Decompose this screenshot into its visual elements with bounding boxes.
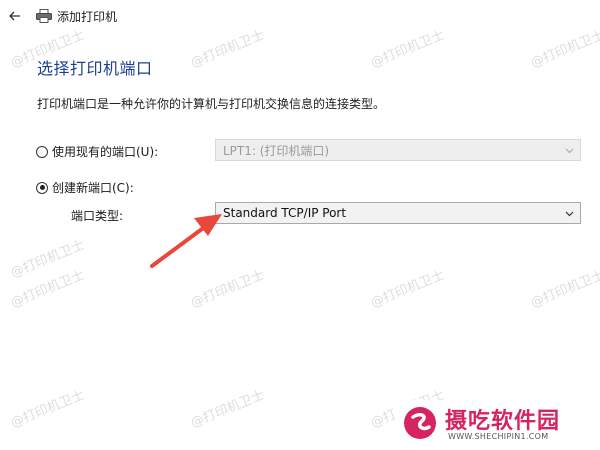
- window-title: 添加打印机: [57, 10, 118, 24]
- page-description: 打印机端口是一种允许你的计算机与打印机交换信息的连接类型。: [37, 97, 386, 111]
- use-existing-port-radio[interactable]: [36, 145, 48, 158]
- watermark-text: @打印机卫士: [528, 267, 600, 311]
- title-bar: 添加打印机: [0, 0, 600, 34]
- create-new-port-option[interactable]: 创建新端口(C):: [36, 179, 134, 196]
- use-existing-port-option[interactable]: 使用现有的端口(U):: [36, 143, 158, 160]
- port-type-label: 端口类型:: [71, 209, 124, 223]
- watermark-text: @打印机卫士: [368, 267, 447, 311]
- page-heading: 选择打印机端口: [37, 59, 153, 78]
- back-button[interactable]: [4, 5, 26, 27]
- brand-logo-icon: [404, 407, 436, 439]
- watermark-text: @打印机卫士: [188, 387, 267, 431]
- printer-icon: [36, 9, 52, 23]
- brand-url: WWW.SHECHIPIN1.COM: [448, 432, 549, 441]
- create-new-port-label: 创建新端口(C):: [52, 181, 134, 195]
- brand-name: 摄吃软件园: [445, 409, 561, 434]
- port-type-value: Standard TCP/IP Port: [223, 206, 347, 220]
- chevron-down-icon: [565, 148, 574, 154]
- chevron-down-icon: [565, 211, 574, 217]
- watermark-text: @打印机卫士: [8, 267, 87, 311]
- back-arrow-icon: [9, 11, 20, 21]
- watermark-text: @打印机卫士: [8, 387, 87, 431]
- create-new-port-radio[interactable]: [36, 181, 48, 194]
- use-existing-port-label: 使用现有的端口(U):: [52, 145, 159, 159]
- watermark-text: @打印机卫士: [8, 237, 87, 281]
- annotation-arrow: [150, 214, 222, 268]
- brand-badge: 摄吃软件园 WWW.SHECHIPIN1.COM: [395, 400, 600, 450]
- existing-port-dropdown: LPT1: (打印机端口): [215, 139, 581, 161]
- port-type-dropdown[interactable]: Standard TCP/IP Port: [215, 202, 581, 224]
- existing-port-value: LPT1: (打印机端口): [223, 143, 330, 158]
